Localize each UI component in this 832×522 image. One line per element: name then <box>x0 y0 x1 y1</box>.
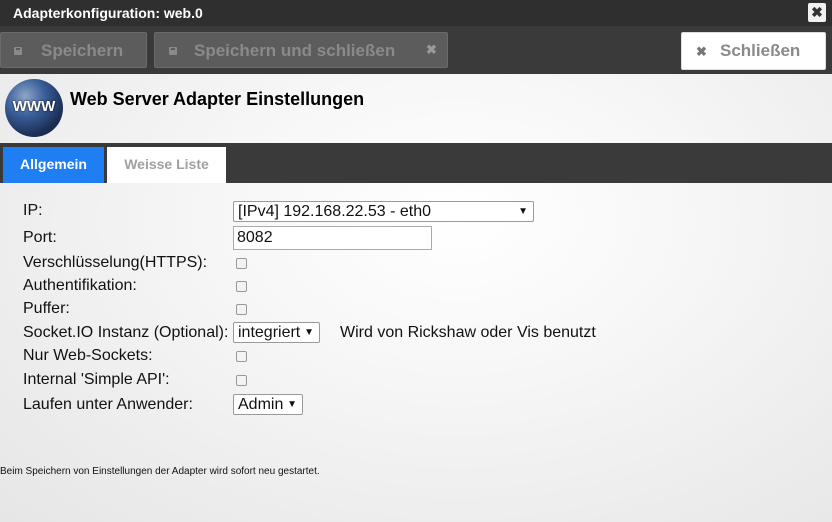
socketio-note: Wird von Rickshaw oder Vis benutzt <box>340 324 596 341</box>
logo-text: WWW <box>12 98 56 115</box>
simpleapi-checkbox[interactable] <box>236 375 247 386</box>
tab-bar: Allgemein Weisse Liste <box>0 143 832 183</box>
buffer-label: Puffer: <box>23 300 70 317</box>
chevron-down-icon: ▼ <box>287 399 297 410</box>
ip-label: IP: <box>23 202 43 219</box>
floppy-disk-icon <box>14 47 22 55</box>
auth-checkbox[interactable] <box>236 281 247 292</box>
floppy-disk-icon <box>169 47 177 55</box>
tab-allgemein[interactable]: Allgemein <box>3 147 104 183</box>
ip-select[interactable]: [IPv4] 192.168.22.53 - eth0 ▼ <box>233 201 534 222</box>
https-checkbox[interactable] <box>236 258 247 269</box>
runas-select-value: Admin <box>238 396 284 413</box>
close-icon: ✖ <box>696 44 707 59</box>
web-adapter-logo: WWW <box>5 79 63 137</box>
chevron-down-icon: ▼ <box>304 327 314 338</box>
socketio-select[interactable]: integriert ▼ <box>233 322 320 343</box>
tab-weisse-liste[interactable]: Weisse Liste <box>107 147 226 183</box>
window-close-icon[interactable]: ✖ <box>808 3 826 22</box>
save-and-close-label: Speichern und schließen <box>194 41 396 60</box>
window-title: Adapterkonfiguration: web.0 <box>13 5 203 21</box>
save-button-label: Speichern <box>41 41 124 60</box>
simpleapi-label: Internal 'Simple API': <box>23 371 170 388</box>
https-label: Verschlüsselung(HTTPS): <box>23 254 208 271</box>
save-and-close-button[interactable]: Speichern und schließen ✖ <box>154 32 448 68</box>
footer-note: Beim Speichern von Einstellungen der Ada… <box>0 466 320 477</box>
buffer-checkbox[interactable] <box>236 304 247 315</box>
window-titlebar: Adapterkonfiguration: web.0 ✖ <box>0 0 832 26</box>
websockets-checkbox[interactable] <box>236 351 247 362</box>
auth-label: Authentifikation: <box>23 277 137 294</box>
close-button-label: Schließen <box>720 41 801 60</box>
runas-select[interactable]: Admin ▼ <box>233 394 303 415</box>
chevron-down-icon: ▼ <box>518 206 528 217</box>
websockets-label: Nur Web-Sockets: <box>23 347 153 364</box>
close-button[interactable]: ✖ Schließen <box>681 32 826 70</box>
runas-label: Laufen unter Anwender: <box>23 396 193 413</box>
close-icon: ✖ <box>426 42 437 57</box>
page-title: Web Server Adapter Einstellungen <box>70 89 365 109</box>
socketio-select-value: integriert <box>238 324 301 341</box>
port-input[interactable]: 8082 <box>233 226 432 250</box>
save-button[interactable]: Speichern <box>0 32 147 68</box>
port-label: Port: <box>23 229 57 246</box>
ip-select-value: [IPv4] 192.168.22.53 - eth0 <box>238 203 432 220</box>
socketio-label: Socket.IO Instanz (Optional): <box>23 324 229 341</box>
